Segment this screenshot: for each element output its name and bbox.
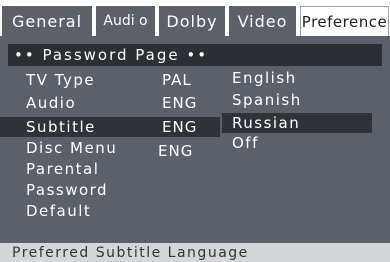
setting-label: Disc Menu <box>26 139 118 157</box>
setting-label: TV Type <box>26 71 96 89</box>
menu-panel: •• Password Page •• TV Type PAL Audio EN… <box>0 36 390 262</box>
setting-subtitle[interactable]: Subtitle ENG <box>0 117 220 137</box>
setting-label: Audio <box>26 94 77 112</box>
setting-parental[interactable]: Parental <box>10 159 220 179</box>
setting-value: ENG <box>158 142 194 160</box>
setting-audio[interactable]: Audio ENG <box>10 93 220 113</box>
option-russian[interactable]: Russian <box>222 113 372 133</box>
setting-label: Parental <box>26 160 100 178</box>
tab-general[interactable]: General <box>2 6 92 36</box>
status-bar: Preferred Subtitle Language <box>0 243 390 262</box>
setting-label: Password <box>26 181 109 199</box>
setting-label: Default <box>26 202 92 220</box>
setting-password[interactable]: Password <box>10 180 220 200</box>
option-spanish[interactable]: Spanish <box>222 90 372 110</box>
page-title: •• Password Page •• <box>8 44 382 66</box>
option-english[interactable]: English <box>222 68 372 88</box>
settings-screen: General Audi o Dolby Video Preference ••… <box>0 0 390 262</box>
tab-preference[interactable]: Preference <box>300 6 389 36</box>
setting-disc-menu[interactable]: Disc Menu ENG <box>10 138 220 160</box>
setting-value: PAL <box>162 71 192 89</box>
tab-audio[interactable]: Audi o <box>96 6 155 36</box>
tab-bar: General Audi o Dolby Video Preference <box>0 0 390 40</box>
tab-video[interactable]: Video <box>229 6 296 36</box>
setting-value: ENG <box>162 94 198 112</box>
tab-dolby[interactable]: Dolby <box>159 6 225 36</box>
status-text: Preferred Subtitle Language <box>12 244 249 261</box>
setting-default[interactable]: Default <box>10 201 220 221</box>
setting-label: Subtitle <box>26 118 96 136</box>
option-off[interactable]: Off <box>222 133 372 153</box>
setting-value: ENG <box>162 118 198 136</box>
setting-tv-type[interactable]: TV Type PAL <box>10 70 220 90</box>
